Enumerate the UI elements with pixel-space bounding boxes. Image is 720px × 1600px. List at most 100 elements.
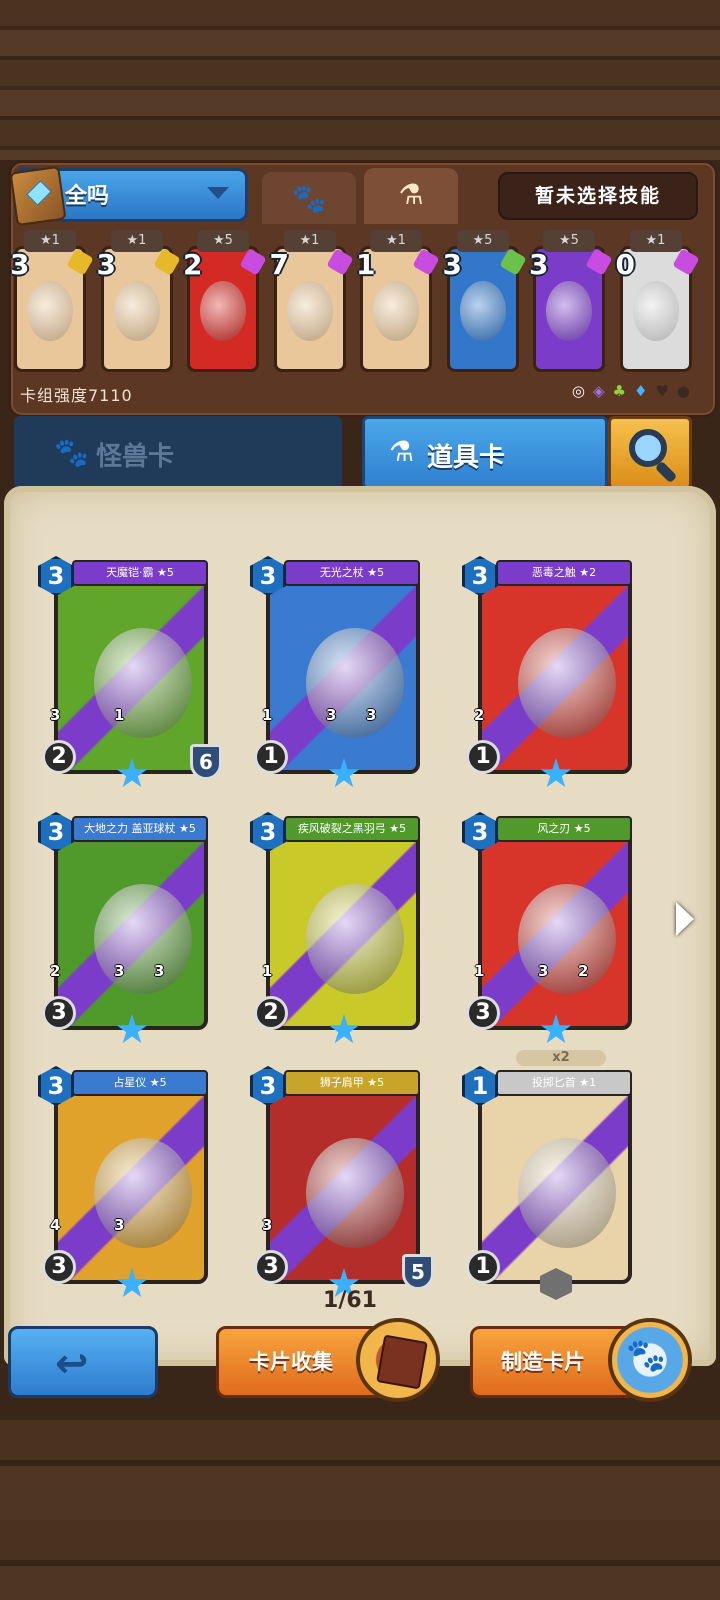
card-art: [113, 281, 160, 341]
deck-card-count: 7: [269, 248, 289, 281]
deck-card-count: 3: [529, 248, 549, 281]
card-stat: 1: [254, 740, 288, 774]
deck-card-stars: ★5: [456, 230, 509, 252]
card-book-icon: [376, 1334, 428, 1390]
tab-item-skills[interactable]: ⚗: [364, 168, 458, 224]
next-page-arrow[interactable]: [676, 902, 694, 936]
deck-card[interactable]: ★1 3: [10, 230, 94, 372]
item-card[interactable]: 投掷匕首 ★1 1 x2 1: [462, 1050, 640, 1300]
card-stat: 3: [326, 706, 337, 724]
card-name: 风之刃 ★5: [496, 816, 632, 842]
card-stat: 3: [154, 962, 165, 980]
page-indicator: 1/61: [323, 1288, 377, 1313]
deck-card-stars: ★5: [197, 230, 249, 252]
resource-icon: ♥: [655, 382, 669, 400]
deck-card[interactable]: ★1 7: [270, 230, 354, 372]
back-button[interactable]: ↩: [8, 1326, 158, 1398]
card-art: [306, 628, 404, 738]
resource-icon: ◎: [571, 382, 585, 400]
deck-card-stars: ★1: [110, 230, 163, 252]
deck-card[interactable]: ★1 0: [616, 230, 700, 372]
card-collection-icon[interactable]: [356, 1318, 440, 1402]
deck-card[interactable]: ★5 2: [183, 230, 267, 372]
item-card[interactable]: 占星仪 ★5 3 3 4 3: [38, 1066, 216, 1300]
card-stat: 3: [538, 962, 549, 980]
deck-card-count: 3: [10, 248, 30, 281]
deck-card-stars: ★1: [370, 230, 422, 252]
tab-item-label: 道具卡: [427, 443, 506, 473]
search-button[interactable]: [608, 416, 692, 490]
card-art: [459, 281, 506, 341]
card-body: [54, 1084, 208, 1284]
wood-background-bottom: [0, 1420, 720, 1600]
card-art: [94, 1138, 192, 1248]
card-body: [266, 830, 420, 1030]
deck-card-stars: ★1: [283, 230, 336, 252]
card-shield-stat: 6: [190, 744, 222, 780]
card-art: [94, 628, 192, 738]
card-art: [306, 884, 404, 994]
craft-card-label: 制造卡片: [501, 1350, 585, 1374]
deck-card[interactable]: ★5 3: [529, 230, 613, 372]
card-art: [518, 1138, 616, 1248]
item-card[interactable]: 天魔铠·霸 ★5 3 6 2 3 1: [38, 556, 222, 790]
card-stat: 3: [42, 1250, 76, 1284]
item-card[interactable]: 大地之力 盖亚球杖 ★5 3 3 2 3 3: [38, 812, 216, 1046]
card-name: 疾风破裂之黑羽弓 ★5: [284, 816, 420, 842]
card-art: [518, 628, 616, 738]
card-stat: 3: [42, 996, 76, 1030]
craft-card-icon[interactable]: 🐾: [608, 1318, 692, 1402]
card-body: [478, 1084, 632, 1284]
card-art: [306, 1138, 404, 1248]
card-stat: 1: [262, 706, 273, 724]
card-count-badge: x2: [516, 1050, 606, 1066]
card-stat: 3: [114, 962, 125, 980]
deck-card-count: 0: [615, 248, 635, 281]
card-name: 无光之杖 ★5: [284, 560, 420, 586]
card-art: [94, 884, 192, 994]
card-stat: 2: [578, 962, 589, 980]
resource-icon: ♦: [634, 382, 648, 400]
deck-card-count: 3: [442, 248, 462, 281]
item-card[interactable]: 疾风破裂之黑羽弓 ★5 3 2 1: [250, 812, 428, 1046]
resource-icon: ◈: [593, 382, 605, 400]
deck-card-stars: ★1: [24, 230, 76, 252]
card-stat: 4: [50, 1216, 61, 1234]
card-stat: 3: [114, 1216, 125, 1234]
card-collection-label: 卡片收集: [249, 1350, 333, 1374]
card-name: 占星仪 ★5: [72, 1070, 208, 1096]
item-card[interactable]: 风之刃 ★5 3 3 1 3 2: [462, 812, 640, 1046]
item-card[interactable]: 恶毒之触 ★2 3 1 2: [462, 556, 640, 790]
deck-card-count: 3: [96, 248, 116, 281]
tab-item-cards[interactable]: ⚗ 道具卡: [362, 416, 608, 490]
chevron-down-icon: [207, 187, 229, 199]
deck-card[interactable]: ★1 3: [97, 230, 181, 372]
deck-selector[interactable]: 全吗: [9, 165, 248, 227]
skill-select-button[interactable]: 暂未选择技能: [498, 172, 698, 220]
paw-icon: 🐾: [54, 436, 89, 469]
item-card[interactable]: 无光之杖 ★5 3 1 1 3 3: [250, 556, 428, 790]
deck-strength: 卡组强度7110: [20, 386, 133, 405]
card-art: [200, 281, 246, 341]
card-stat: 3: [466, 996, 500, 1030]
card-name: 恶毒之触 ★2: [496, 560, 632, 586]
card-stat: 3: [262, 1216, 273, 1234]
card-body: [478, 574, 632, 774]
card-body: [266, 1084, 420, 1284]
deck-card[interactable]: ★5 3: [443, 230, 527, 372]
card-art: [27, 281, 73, 341]
card-stat: 1: [114, 706, 125, 724]
card-stat: 3: [50, 706, 61, 724]
deck-card-stars: ★1: [629, 230, 682, 252]
deck-name: 全吗: [65, 184, 110, 209]
card-body: [54, 830, 208, 1030]
deck-card[interactable]: ★1 1: [356, 230, 440, 372]
item-card[interactable]: 狮子肩甲 ★5 3 5 3 3: [250, 1066, 434, 1300]
card-stat: 1: [474, 962, 485, 980]
card-name: 天魔铠·霸 ★5: [72, 560, 208, 586]
paw-icon: 🐾: [291, 182, 327, 215]
deck-card-stars: ★5: [543, 230, 595, 252]
tab-monster-cards[interactable]: 🐾 怪兽卡: [14, 416, 342, 490]
tab-monster-skills[interactable]: 🐾: [262, 172, 356, 224]
deck-card-count: 1: [356, 248, 376, 281]
